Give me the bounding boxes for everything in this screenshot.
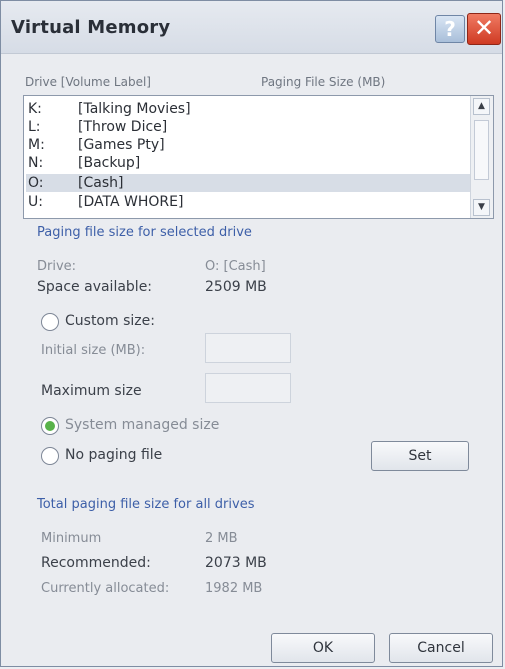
custom-size-label: Custom size: bbox=[65, 313, 155, 329]
system-managed-label: System managed size bbox=[65, 417, 220, 433]
no-paging-label: No paging file bbox=[65, 447, 163, 463]
volume-label: [Talking Movies] bbox=[78, 101, 191, 117]
initial-size-label: Initial size (MB): bbox=[41, 343, 146, 358]
title-bar: Virtual Memory ? ✕ bbox=[1, 1, 502, 54]
recommended-value: 2073 MB bbox=[205, 555, 267, 571]
drive-letter: U: bbox=[28, 194, 43, 210]
system-managed-radio[interactable] bbox=[41, 417, 59, 435]
drive-list[interactable]: K: [Talking Movies] L: [Throw Dice] M: [… bbox=[23, 95, 494, 219]
list-scrollbar[interactable]: ▲ ▼ bbox=[470, 96, 493, 218]
set-button[interactable]: Set bbox=[371, 441, 469, 471]
drive-label: Drive: bbox=[37, 259, 77, 274]
drive-letter: N: bbox=[28, 155, 44, 171]
virtual-memory-dialog: Virtual Memory ? ✕ Drive [Volume Label] … bbox=[0, 0, 503, 667]
list-item-selected[interactable]: O: [Cash] bbox=[26, 174, 471, 192]
totals-section-title: Total paging file size for all drives bbox=[37, 497, 255, 512]
list-item[interactable]: L: [Throw Dice] bbox=[26, 118, 471, 136]
list-item[interactable]: K: [Talking Movies] bbox=[26, 100, 471, 118]
ok-button[interactable]: OK bbox=[271, 633, 375, 663]
currently-allocated-label: Currently allocated: bbox=[41, 581, 170, 596]
drive-letter: O: bbox=[28, 175, 44, 191]
maximum-size-label: Maximum size bbox=[41, 383, 142, 399]
drive-letter: K: bbox=[28, 101, 42, 117]
drive-column-header: Drive [Volume Label] bbox=[25, 75, 151, 89]
help-button[interactable]: ? bbox=[435, 15, 465, 43]
list-item[interactable]: U: [DATA WHORE] bbox=[26, 193, 471, 211]
drive-value: O: [Cash] bbox=[205, 259, 266, 274]
list-item[interactable]: N: [Backup] bbox=[26, 154, 471, 172]
volume-label: [DATA WHORE] bbox=[78, 194, 184, 210]
drive-letter: M: bbox=[28, 137, 45, 153]
dialog-title: Virtual Memory bbox=[11, 17, 171, 38]
minimum-label: Minimum bbox=[41, 531, 102, 546]
custom-size-radio[interactable] bbox=[41, 313, 59, 331]
scroll-thumb[interactable] bbox=[474, 120, 489, 180]
currently-allocated-value: 1982 MB bbox=[205, 581, 263, 596]
paging-size-column-header: Paging File Size (MB) bbox=[261, 75, 386, 89]
selected-drive-section-title: Paging file size for selected drive bbox=[37, 225, 252, 240]
recommended-label: Recommended: bbox=[41, 555, 151, 571]
volume-label: [Throw Dice] bbox=[78, 119, 168, 135]
volume-label: [Cash] bbox=[78, 175, 124, 191]
volume-label: [Backup] bbox=[78, 155, 141, 171]
close-button[interactable]: ✕ bbox=[467, 13, 501, 45]
scroll-down-icon[interactable]: ▼ bbox=[473, 199, 490, 216]
space-available-label: Space available: bbox=[37, 279, 153, 295]
volume-label: [Games Pty] bbox=[78, 137, 165, 153]
no-paging-radio[interactable] bbox=[41, 447, 59, 465]
minimum-value: 2 MB bbox=[205, 531, 238, 546]
list-item[interactable]: M: [Games Pty] bbox=[26, 136, 471, 154]
scroll-up-icon[interactable]: ▲ bbox=[473, 98, 490, 115]
maximum-size-input[interactable] bbox=[205, 373, 291, 403]
initial-size-input[interactable] bbox=[205, 333, 291, 363]
cancel-button[interactable]: Cancel bbox=[389, 633, 493, 663]
space-available-value: 2509 MB bbox=[205, 279, 267, 295]
drive-letter: L: bbox=[28, 119, 41, 135]
